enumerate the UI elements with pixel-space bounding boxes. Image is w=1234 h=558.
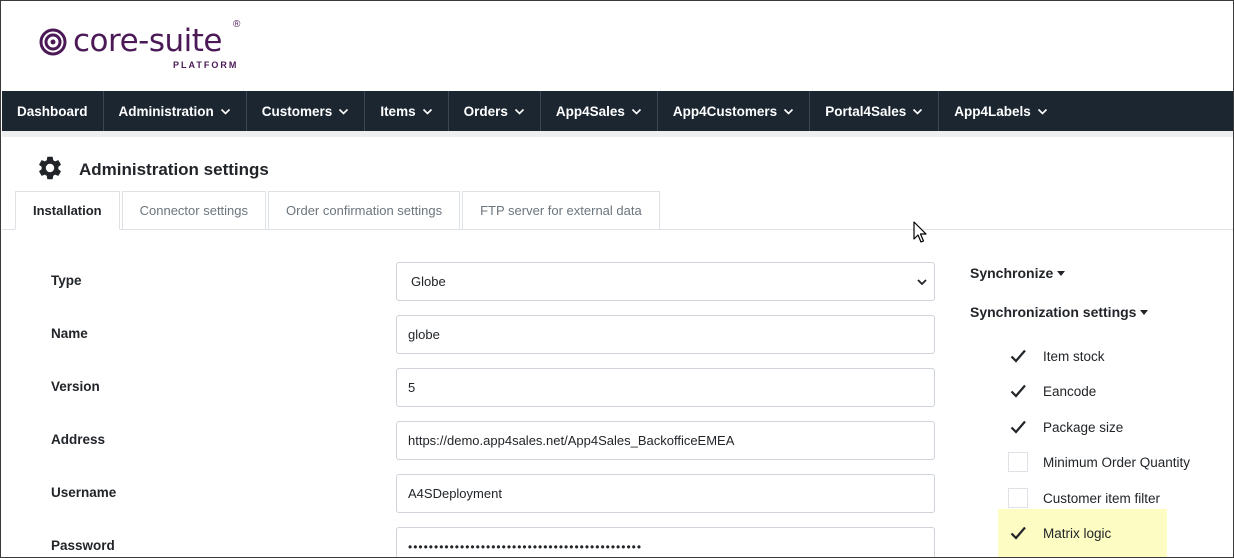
nav-label: App4Sales — [555, 103, 625, 119]
option-customer-item-filter: Customer item filter — [1008, 487, 1160, 509]
option-package-size: Package size — [1008, 416, 1123, 438]
checkmark-icon — [1010, 526, 1026, 540]
gear-icon — [39, 156, 61, 180]
customer-item-filter-checkbox[interactable] — [1008, 488, 1028, 508]
chevron-down-icon — [917, 279, 927, 286]
mouse-cursor-icon — [913, 221, 927, 243]
page-title: Administration settings — [79, 160, 269, 179]
tab-ftp-server[interactable]: FTP server for external data — [462, 191, 660, 230]
caret-down-icon — [1140, 309, 1149, 315]
sync-settings-toggle[interactable]: Synchronization settings — [970, 304, 1149, 320]
nav-app4labels[interactable]: App4Labels — [939, 91, 1063, 131]
registered-mark: ® — [233, 19, 241, 30]
chevron-down-icon — [1037, 108, 1047, 115]
option-item-stock: Item stock — [1008, 345, 1105, 367]
matrix-logic-checkbox[interactable] — [1008, 523, 1028, 543]
package-size-checkbox[interactable] — [1008, 417, 1028, 437]
password-label: Password — [51, 538, 115, 553]
nav-underbar — [2, 131, 1233, 137]
main-nav: Dashboard Administration Customers Items… — [2, 91, 1233, 131]
synchronize-label: Synchronize — [970, 265, 1054, 281]
chevron-down-icon — [784, 108, 794, 115]
nav-app4customers[interactable]: App4Customers — [658, 91, 811, 131]
password-input[interactable]: ••••••••••••••••••••••••••••••••••••••••… — [396, 527, 935, 557]
nav-label: Dashboard — [17, 103, 88, 119]
app-window: core-suite ® PLATFORM Dashboard Administ… — [0, 0, 1234, 558]
eancode-checkbox[interactable] — [1008, 381, 1028, 401]
checkmark-icon — [1010, 384, 1026, 398]
nav-app4sales[interactable]: App4Sales — [541, 91, 658, 131]
nav-label: Customers — [261, 103, 333, 119]
nav-customers[interactable]: Customers — [247, 91, 366, 131]
nav-portal4sales[interactable]: Portal4Sales — [810, 91, 940, 131]
nav-dashboard[interactable]: Dashboard — [2, 91, 104, 131]
chevron-down-icon — [220, 108, 230, 115]
item-stock-checkbox[interactable] — [1008, 346, 1028, 366]
brand-subtitle: PLATFORM — [173, 60, 239, 70]
name-label: Name — [51, 326, 88, 341]
tab-installation[interactable]: Installation — [15, 191, 120, 230]
sync-settings-label: Synchronization settings — [970, 304, 1137, 320]
item-stock-label: Item stock — [1043, 348, 1105, 364]
eancode-label: Eancode — [1043, 383, 1097, 399]
minimum-order-quantity-checkbox[interactable] — [1008, 452, 1028, 472]
matrix-logic-label: Matrix logic — [1043, 525, 1112, 541]
nav-items[interactable]: Items — [365, 91, 449, 131]
synchronize-toggle[interactable]: Synchronize — [970, 265, 1066, 281]
tab-order-confirmation-settings[interactable]: Order confirmation settings — [268, 191, 461, 230]
type-label: Type — [51, 273, 82, 288]
chevron-down-icon — [339, 108, 349, 115]
brand-name: core-suite — [73, 23, 222, 59]
nav-label: Orders — [463, 103, 508, 119]
chevron-down-icon — [514, 108, 524, 115]
nav-label: Administration — [118, 103, 214, 119]
checkmark-icon — [1010, 349, 1026, 363]
username-input[interactable]: A4SDeployment — [396, 474, 935, 513]
chevron-down-icon — [422, 108, 432, 115]
tab-connector-settings[interactable]: Connector settings — [121, 191, 267, 230]
checkmark-icon — [1010, 420, 1026, 434]
caret-down-icon — [1057, 270, 1066, 276]
nav-administration[interactable]: Administration — [104, 91, 247, 131]
address-label: Address — [51, 432, 106, 447]
type-select-value: Globe — [411, 274, 446, 289]
option-eancode: Eancode — [1008, 380, 1096, 402]
name-input[interactable]: globe — [396, 315, 935, 354]
target-logo-icon — [39, 28, 67, 56]
tab-divider — [2, 229, 1233, 230]
type-select[interactable]: Globe — [396, 262, 935, 301]
chevron-down-icon — [631, 108, 641, 115]
nav-label: Items — [380, 103, 416, 119]
package-size-label: Package size — [1043, 419, 1124, 435]
nav-orders[interactable]: Orders — [449, 91, 541, 131]
settings-tabs: Installation Connector settings Order co… — [15, 191, 662, 230]
version-label: Version — [51, 379, 100, 394]
nav-label: Portal4Sales — [825, 103, 907, 119]
address-input[interactable]: https://demo.app4sales.net/App4Sales_Bac… — [396, 421, 935, 460]
customer-item-filter-label: Customer item filter — [1043, 490, 1161, 506]
nav-label: App4Customers — [672, 103, 778, 119]
option-minimum-order-quantity: Minimum Order Quantity — [1008, 451, 1190, 473]
minimum-order-quantity-label: Minimum Order Quantity — [1043, 454, 1191, 470]
username-label: Username — [51, 485, 117, 500]
version-input[interactable]: 5 — [396, 368, 935, 407]
nav-label: App4Labels — [954, 103, 1031, 119]
chevron-down-icon — [913, 108, 923, 115]
option-matrix-logic: Matrix logic — [1008, 522, 1111, 544]
